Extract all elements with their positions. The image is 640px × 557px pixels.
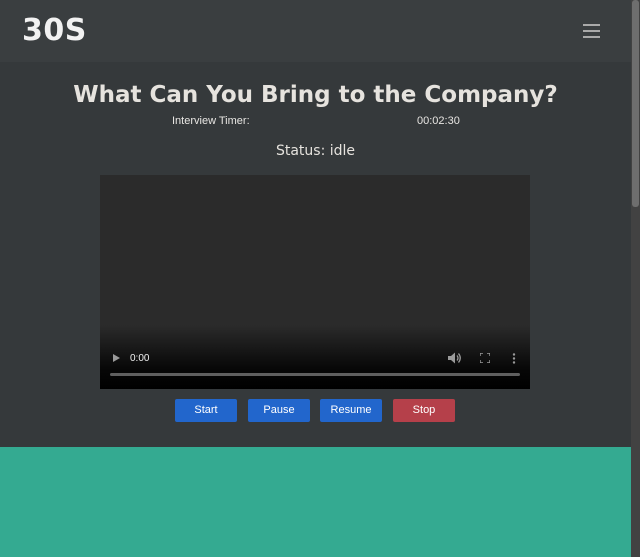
interview-panel: What Can You Bring to the Company? Inter… [0, 62, 631, 447]
video-player[interactable]: 0:00 [100, 175, 530, 389]
volume-icon[interactable] [448, 352, 462, 364]
page-title: What Can You Bring to the Company? [73, 82, 558, 108]
hamburger-icon[interactable] [583, 24, 600, 38]
brand-logo[interactable]: 30S [22, 13, 87, 48]
scrollbar-thumb[interactable] [632, 0, 639, 207]
status-text: Status: idle [275, 143, 356, 159]
footer-section [0, 447, 631, 557]
hamburger-line [583, 24, 600, 26]
stop-button[interactable]: Stop [393, 399, 455, 422]
hamburger-line [583, 30, 600, 32]
timer-value: 00:02:30 [417, 115, 460, 127]
video-current-time: 0:00 [130, 353, 150, 364]
video-progress-bar[interactable] [110, 373, 520, 376]
page-scrollbar[interactable] [631, 0, 640, 557]
pause-button[interactable]: Pause [248, 399, 310, 422]
more-options-icon[interactable] [512, 353, 516, 364]
navbar: 30S [0, 0, 631, 62]
fullscreen-icon[interactable] [480, 353, 490, 363]
resume-button[interactable]: Resume [320, 399, 382, 422]
play-icon[interactable] [113, 354, 120, 362]
hamburger-line [583, 36, 600, 38]
video-controls-overlay [100, 325, 530, 389]
timer-label: Interview Timer: [172, 115, 250, 127]
start-button[interactable]: Start [175, 399, 237, 422]
